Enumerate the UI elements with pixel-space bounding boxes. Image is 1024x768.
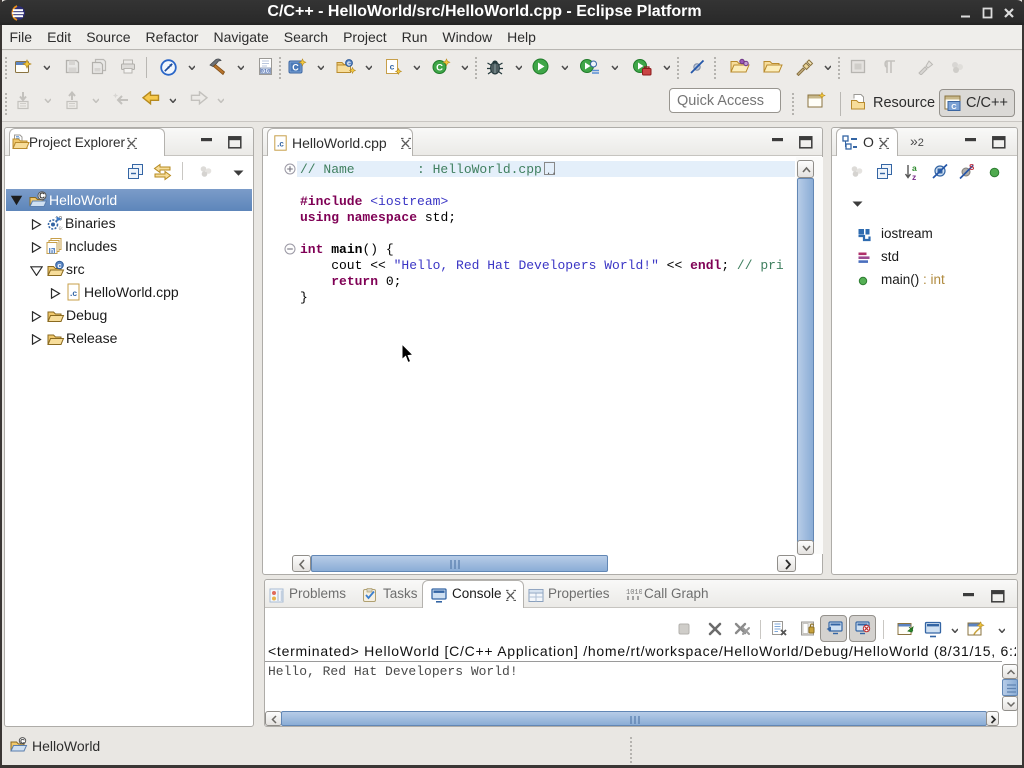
svg-text:c: c: [57, 261, 61, 270]
svg-text:h: h: [50, 248, 54, 255]
svg-text:C: C: [951, 102, 957, 111]
svg-text:z: z: [912, 172, 916, 181]
svg-text:C: C: [20, 738, 25, 745]
svg-text:.c: .c: [277, 140, 284, 149]
svg-text:C: C: [436, 63, 443, 74]
svg-text:01: 01: [59, 225, 64, 232]
svg-text:.c: .c: [70, 288, 77, 298]
svg-text:C: C: [292, 63, 299, 73]
svg-text:C: C: [39, 192, 45, 201]
svg-text:c: c: [347, 61, 351, 68]
svg-text:010: 010: [261, 68, 271, 75]
svg-text:1010: 1010: [626, 589, 642, 597]
svg-text:c: c: [390, 62, 395, 72]
svg-text:S: S: [969, 163, 975, 172]
